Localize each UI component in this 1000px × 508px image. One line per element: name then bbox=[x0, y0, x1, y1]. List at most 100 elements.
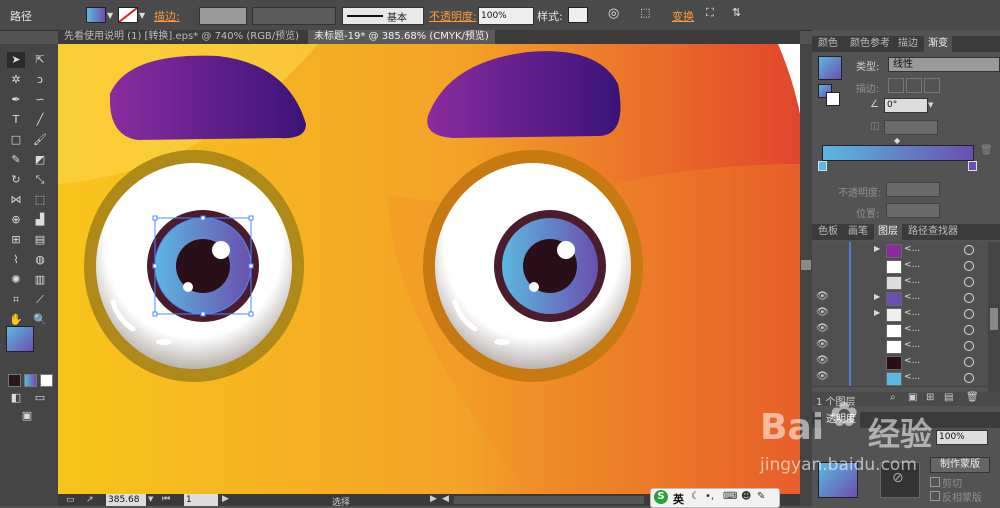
stroke-label[interactable]: 描边: bbox=[154, 8, 180, 24]
ime-logo-icon[interactable]: S bbox=[654, 490, 668, 504]
selection-tool-icon[interactable]: ➤ bbox=[7, 52, 25, 68]
handle-right[interactable] bbox=[248, 263, 254, 269]
handle-top-right[interactable] bbox=[248, 215, 254, 221]
transparency-opacity-field[interactable]: 100% bbox=[936, 430, 988, 445]
layers-list[interactable]: ▶ <... <... <... 👁 ▶ <... 👁 ▶ <... 👁 <... 👁 <... 👁 <...… bbox=[812, 242, 988, 392]
zoom-field[interactable]: 385.68 bbox=[106, 494, 146, 506]
character-face-artwork[interactable] bbox=[58, 44, 800, 494]
ime-user-icon[interactable]: ☻ bbox=[741, 491, 751, 502]
draw-mode-icon[interactable]: ◧ bbox=[7, 390, 25, 406]
layer-row[interactable]: 👁 <... bbox=[812, 370, 988, 387]
visibility-eye-icon[interactable]: 👁 bbox=[816, 291, 829, 302]
stroke-across-icon[interactable] bbox=[924, 78, 940, 93]
gradient-position-field[interactable] bbox=[886, 203, 940, 218]
scale-tool-icon[interactable]: ⤡ bbox=[31, 172, 49, 188]
artboard-tool-icon[interactable]: ⌗ bbox=[7, 292, 25, 308]
angle-field[interactable]: 0° bbox=[884, 98, 928, 113]
ime-language[interactable]: 英 bbox=[673, 491, 684, 507]
gradient-stop-start[interactable] bbox=[818, 161, 827, 171]
symbol-sprayer-icon[interactable]: ✺ bbox=[7, 272, 25, 288]
clip-checkbox[interactable] bbox=[930, 477, 940, 487]
lasso-icon[interactable]: ↄ bbox=[31, 72, 49, 88]
layer-row[interactable]: <... bbox=[812, 274, 988, 291]
variable-width-dropdown[interactable] bbox=[252, 7, 336, 25]
stroke-in-icon[interactable] bbox=[888, 78, 904, 93]
aspect-field[interactable] bbox=[884, 120, 938, 135]
layer-row[interactable]: 👁 <... bbox=[812, 322, 988, 339]
target-circle-icon[interactable] bbox=[964, 277, 974, 287]
eraser-icon[interactable]: ◩ bbox=[31, 152, 49, 168]
tab-color[interactable]: 颜色 bbox=[814, 36, 842, 52]
ime-moon-icon[interactable]: ☾ bbox=[691, 491, 700, 502]
artboard-field[interactable]: 1 bbox=[184, 494, 218, 506]
tab-stroke[interactable]: 描边 bbox=[894, 36, 922, 52]
align-options-icon[interactable]: ⬚ bbox=[640, 6, 650, 19]
recolor-icon[interactable]: ◎ bbox=[608, 6, 619, 21]
delete-layer-icon[interactable]: 🗑 bbox=[966, 392, 979, 403]
visibility-eye-icon[interactable]: 👁 bbox=[816, 323, 829, 334]
gradient-type-select[interactable]: 线性 bbox=[888, 57, 1000, 72]
gradient-mode-button[interactable] bbox=[24, 374, 37, 387]
tab-pathfinder[interactable]: 路径查找器 bbox=[904, 224, 962, 240]
stroke-along-icon[interactable] bbox=[906, 78, 922, 93]
rectangle-tool-icon[interactable]: □ bbox=[7, 132, 25, 148]
width-tool-icon[interactable]: ⋈ bbox=[7, 192, 25, 208]
tab-gradient[interactable]: 渐变 bbox=[924, 36, 952, 52]
layer-row[interactable]: 👁 ▶ <... bbox=[812, 290, 988, 307]
eyedropper-icon[interactable]: ⌇ bbox=[7, 252, 25, 268]
gradient-opacity-field[interactable] bbox=[886, 182, 940, 197]
target-circle-icon[interactable] bbox=[964, 293, 974, 303]
style-swatch[interactable] bbox=[568, 7, 588, 23]
opacity-label[interactable]: 不透明度: bbox=[429, 8, 477, 24]
isolate-icon[interactable]: ⛶ bbox=[706, 6, 714, 20]
handle-left[interactable] bbox=[152, 263, 158, 269]
handle-bottom-right[interactable] bbox=[248, 311, 254, 317]
mesh-tool-icon[interactable]: ⊞ bbox=[7, 232, 25, 248]
graph-tool-icon[interactable]: ▟ bbox=[31, 212, 49, 228]
column-graph-icon[interactable]: ▥ bbox=[31, 272, 49, 288]
expand-arrow-icon[interactable]: ▶ bbox=[874, 308, 880, 317]
gradient-stop-end[interactable] bbox=[968, 161, 977, 171]
handle-top-left[interactable] bbox=[152, 215, 158, 221]
opacity-field[interactable]: 100% bbox=[478, 7, 534, 25]
new-layer-icon[interactable]: ▤ bbox=[944, 392, 953, 403]
magic-wand-icon[interactable]: ✲ bbox=[7, 72, 25, 88]
expand-arrow-icon[interactable]: ▶ bbox=[874, 244, 880, 253]
angle-dropdown-icon[interactable]: ▼ bbox=[928, 101, 933, 109]
stroke-dropdown-icon[interactable]: ▼ bbox=[139, 11, 145, 20]
handle-bottom-left[interactable] bbox=[152, 311, 158, 317]
ime-settings-icon[interactable]: ✎ bbox=[757, 491, 765, 502]
target-circle-icon[interactable] bbox=[964, 341, 974, 351]
layers-scroll-thumb[interactable] bbox=[990, 308, 998, 330]
horizontal-scrollbar[interactable] bbox=[454, 496, 644, 504]
stroke-swatch[interactable] bbox=[118, 7, 138, 23]
invert-mask-checkbox[interactable] bbox=[930, 491, 940, 501]
visibility-eye-icon[interactable]: 👁 bbox=[816, 371, 829, 382]
target-circle-icon[interactable] bbox=[964, 261, 974, 271]
visibility-eye-icon[interactable]: 👁 bbox=[816, 307, 829, 318]
layer-row[interactable]: 👁 <... bbox=[812, 354, 988, 371]
ime-keyboard-icon[interactable]: ⌨ bbox=[723, 491, 737, 502]
fill-swatch[interactable] bbox=[86, 7, 106, 23]
expand-arrow-icon[interactable]: ▶ bbox=[874, 292, 880, 301]
gradient-tool-icon[interactable]: ▤ bbox=[31, 232, 49, 248]
stroke-mini-swatch[interactable] bbox=[826, 92, 840, 106]
target-circle-icon[interactable] bbox=[964, 373, 974, 383]
visibility-eye-icon[interactable]: 👁 bbox=[816, 339, 829, 350]
color-mode-button[interactable] bbox=[8, 374, 21, 387]
type-tool-icon[interactable]: T bbox=[7, 112, 25, 128]
target-circle-icon[interactable] bbox=[964, 245, 974, 255]
tab-brushes[interactable]: 画笔 bbox=[844, 224, 872, 240]
stroke-weight-field[interactable] bbox=[199, 7, 247, 25]
scroll-left-icon[interactable]: ◀ bbox=[442, 494, 449, 504]
target-circle-icon[interactable] bbox=[964, 325, 974, 335]
next-artboard-icon[interactable]: ▶ bbox=[222, 494, 229, 504]
fill-color-box[interactable] bbox=[6, 326, 34, 352]
new-sublayer-icon[interactable]: ⊞ bbox=[926, 392, 934, 403]
delete-stop-icon[interactable]: 🗑 bbox=[980, 145, 993, 156]
layer-row[interactable]: ▶ <... bbox=[812, 242, 988, 259]
export-icon[interactable]: ↗ bbox=[86, 495, 94, 505]
gradient-slider[interactable] bbox=[822, 145, 974, 161]
artboard-canvas[interactable] bbox=[58, 44, 800, 494]
blend-tool-icon[interactable]: ◍ bbox=[31, 252, 49, 268]
